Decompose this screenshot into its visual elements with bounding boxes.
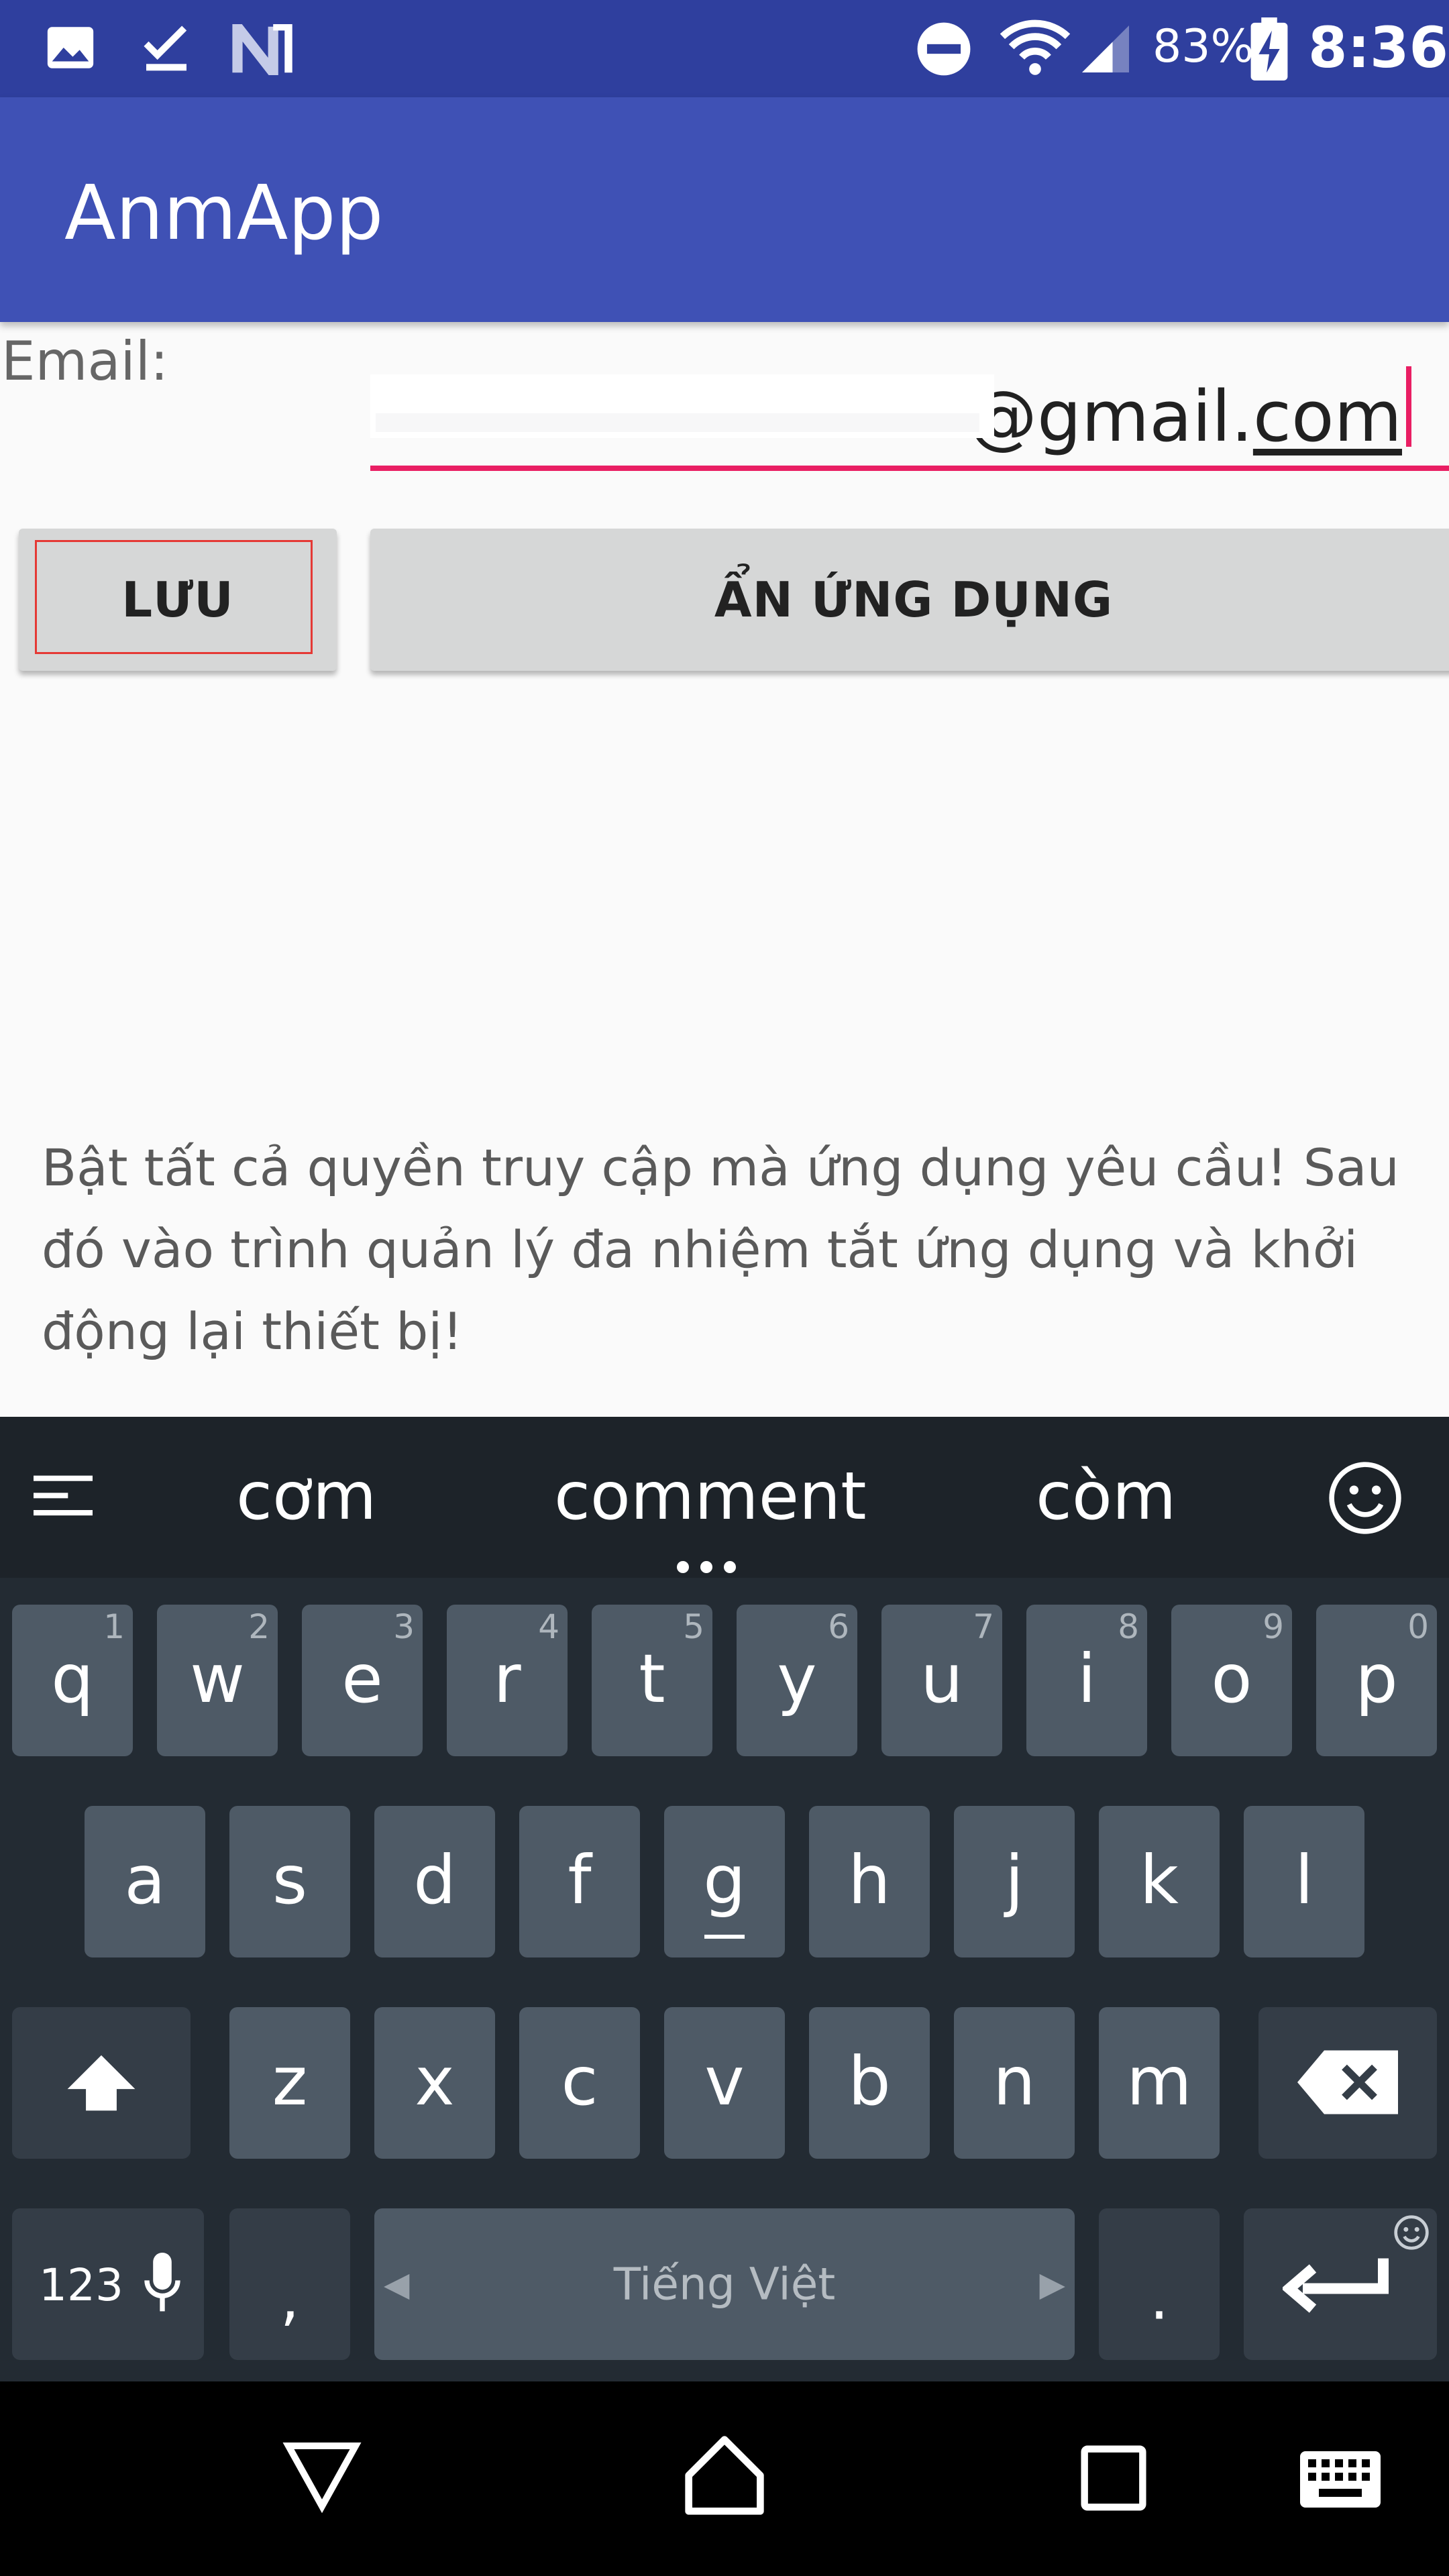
key-t[interactable]: t5 (592, 1605, 712, 1756)
n-logo-icon (232, 11, 294, 88)
email-field[interactable]: @gmail.com (370, 362, 1449, 471)
email-label: Email: (1, 330, 168, 392)
symbols-key[interactable]: 123 (12, 2208, 204, 2360)
key-z[interactable]: z (229, 2007, 350, 2159)
keyboard: cơm comment còm q1 w2 e3 r4 t5 y6 u7 i8 … (0, 1417, 1449, 2381)
key-a[interactable]: a (85, 1806, 205, 1957)
signal-icon (1077, 20, 1134, 80)
email-domain-text: @gmail. (967, 376, 1253, 458)
key-v[interactable]: v (664, 2007, 785, 2159)
key-r[interactable]: r4 (447, 1605, 568, 1756)
email-field-underline (370, 466, 1449, 471)
key-f[interactable]: f (519, 1806, 640, 1957)
wifi-icon (1000, 17, 1071, 82)
recents-icon[interactable] (1079, 2443, 1148, 2513)
clock: 8:36 (1308, 15, 1448, 80)
space-key[interactable]: ◀ Tiếng Việt ▶ (374, 2208, 1075, 2360)
image-icon (43, 20, 98, 78)
key-x[interactable]: x (374, 2007, 495, 2159)
key-u[interactable]: u7 (881, 1605, 1002, 1756)
check-icon (138, 21, 195, 78)
microphone-icon (144, 2253, 180, 2312)
battery-percent: 83% (1152, 20, 1254, 73)
key-i[interactable]: i8 (1026, 1605, 1147, 1756)
space-right-arrow-icon: ▶ (1039, 2265, 1065, 2304)
period-key[interactable]: . (1099, 2208, 1220, 2360)
keyboard-switch-icon[interactable] (1300, 2451, 1381, 2508)
enter-emoji-icon (1394, 2215, 1429, 2250)
suggestion-1[interactable]: cơm (236, 1458, 376, 1535)
key-s[interactable]: s (229, 1806, 350, 1957)
shift-key[interactable] (12, 2007, 191, 2159)
shift-icon (67, 2055, 136, 2111)
key-q[interactable]: q1 (12, 1605, 133, 1756)
suggestion-2[interactable]: comment (554, 1458, 867, 1535)
key-c[interactable]: c (519, 2007, 640, 2159)
key-g-underline (704, 1935, 745, 1939)
back-icon[interactable] (280, 2439, 364, 2513)
key-w[interactable]: w2 (157, 1605, 278, 1756)
backspace-icon (1297, 2050, 1398, 2114)
enter-icon (1283, 2258, 1389, 2313)
redacted-email-username (370, 374, 994, 438)
email-value[interactable]: @gmail.com (967, 376, 1402, 458)
enter-key[interactable] (1244, 2208, 1437, 2360)
save-button[interactable]: LƯU (19, 529, 337, 671)
battery-charging-icon (1249, 17, 1289, 83)
home-icon[interactable] (680, 2432, 769, 2518)
backspace-key[interactable] (1258, 2007, 1437, 2159)
key-y[interactable]: y6 (737, 1605, 857, 1756)
key-l[interactable]: l (1244, 1806, 1364, 1957)
comma-key[interactable]: , (229, 2208, 350, 2360)
app-title: AnmApp (64, 170, 384, 257)
key-g[interactable]: g (664, 1806, 785, 1957)
emoji-icon[interactable] (1327, 1460, 1403, 1539)
key-b[interactable]: b (809, 2007, 930, 2159)
hide-app-button-label: ẨN ỨNG DỤNG (714, 572, 1114, 628)
menu-icon[interactable] (32, 1473, 94, 1520)
more-suggestions-icon[interactable] (675, 1559, 738, 1578)
key-o[interactable]: o9 (1171, 1605, 1292, 1756)
key-e[interactable]: e3 (302, 1605, 423, 1756)
key-n[interactable]: n (954, 2007, 1075, 2159)
status-bar: 83% 8:36 (0, 0, 1449, 97)
suggestion-bar: cơm comment còm (0, 1417, 1449, 1578)
key-k[interactable]: k (1099, 1806, 1220, 1957)
instructions-text: Bật tất cả quyền truy cập mà ứng dụng yê… (42, 1138, 1399, 1361)
navigation-bar (0, 2381, 1449, 2576)
key-m[interactable]: m (1099, 2007, 1220, 2159)
hide-app-button[interactable]: ẨN ỨNG DỤNG (370, 529, 1449, 671)
save-button-highlight (35, 540, 313, 654)
key-d[interactable]: d (374, 1806, 495, 1957)
do-not-disturb-icon (915, 20, 973, 80)
email-tld-text: com (1252, 376, 1402, 458)
suggestion-3[interactable]: còm (1036, 1458, 1176, 1535)
app-bar: AnmApp (0, 97, 1449, 322)
text-cursor (1406, 366, 1411, 447)
key-p[interactable]: p0 (1316, 1605, 1437, 1756)
key-h[interactable]: h (809, 1806, 930, 1957)
key-j[interactable]: j (954, 1806, 1075, 1957)
